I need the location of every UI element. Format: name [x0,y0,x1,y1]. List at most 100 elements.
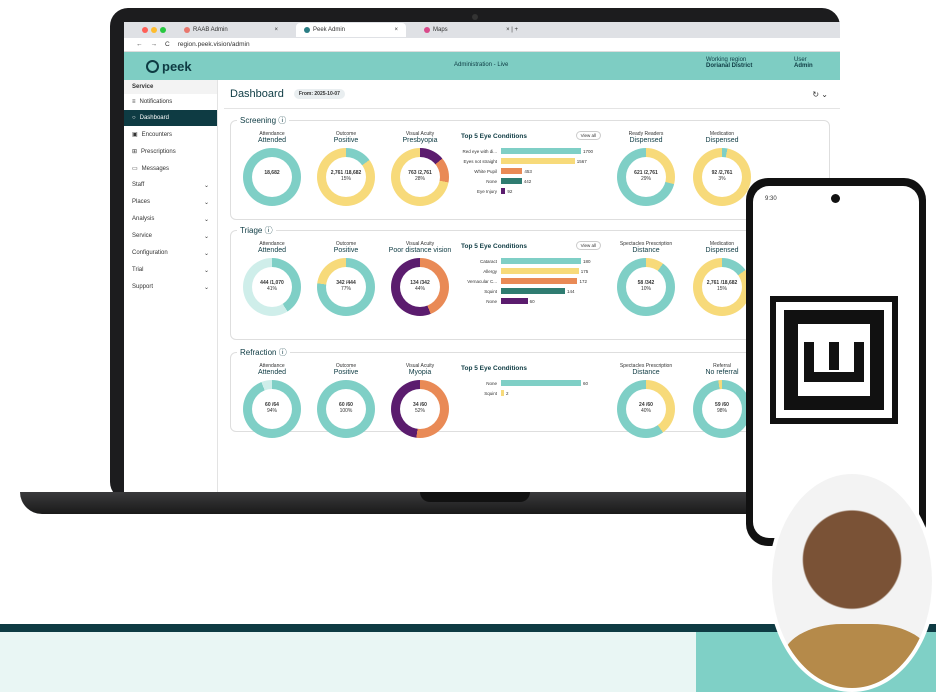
card-title: Positive [333,369,359,376]
maps-icon [424,27,430,33]
card-percent: 15% [716,286,727,292]
metric-card[interactable]: Attendance Attended 18,682 [237,131,307,206]
metric-card[interactable]: Spectacles Prescription Distance 24 /60 4… [611,363,681,438]
peek-logo[interactable]: peek [146,59,192,74]
sidebar-item-label: Messages [141,165,170,172]
section-refraction: Refraction ⓘ Attendance Attended 60 /64 94… [230,347,830,438]
metric-card[interactable]: Attendance Attended 444 /1,070 41% [237,241,307,316]
donut-chart: 24 /60 40% [617,380,675,438]
card-percent: 44% [414,286,425,292]
laptop-notch [420,492,530,502]
card-percent: 29% [640,176,651,182]
date-filter-pill[interactable]: From: 2025-10-07 [293,89,345,99]
sidebar-group-label: Staff [132,182,145,188]
sidebar-item-prescriptions[interactable]: ⊞ Prescriptions [124,143,217,160]
sidebar-group[interactable]: Places ⌄ [124,194,217,211]
info-icon[interactable]: ⓘ [279,348,287,357]
card-percent: 94% [266,408,277,414]
bar-value: 1567 [576,158,587,164]
bar [501,380,581,386]
browser-tab-maps[interactable]: Maps × | + [416,23,526,37]
sidebar-group[interactable]: Analysis ⌄ [124,211,217,228]
bar-label: Vernacular C... [467,278,497,284]
app-logo-glyph-bar [829,342,839,370]
metric-card[interactable]: Spectacles Prescription Distance 58 /342… [611,241,681,316]
refresh-icon[interactable]: ↻ ⌄ [812,90,828,99]
person-jacket [782,624,932,688]
donut-chart: 134 /342 44% [391,258,449,316]
close-icon[interactable]: × [274,27,278,33]
section-title: Screening ⓘ [237,115,290,126]
bar-label: None [486,298,497,304]
metric-card[interactable]: Visual Acuity Presbyopia 763 /2,761 28% [385,131,455,206]
metric-card[interactable]: Visual Acuity Poor distance vision 134 /… [385,241,455,316]
donut-chart: 34 /60 52% [391,380,449,438]
bar [501,268,579,274]
forward-icon[interactable]: → [151,41,158,48]
bar-label: None [486,178,497,184]
bar-row: Vernacular C... 172 [461,276,601,286]
bar-row: Red eye with di... 1700 [461,146,601,156]
bar-label: None [486,380,497,386]
back-icon[interactable]: ← [136,41,143,48]
card-title: Distance [632,247,660,254]
sidebar-group[interactable]: Service ⌄ [124,228,217,245]
calendar-icon: ▣ [132,132,138,138]
card-percent: 77% [340,286,351,292]
section-title-text: Refraction [240,348,277,357]
sidebar-group[interactable]: Support ⌄ [124,279,217,296]
sidebar-item-dashboard[interactable]: ○ Dashboard [124,110,217,126]
sidebar-group[interactable]: Staff ⌄ [124,177,217,194]
sidebar-item-notifications[interactable]: ≡ Notifications [124,94,217,110]
metric-card[interactable]: Outcome Positive 342 /444 77% [311,241,381,316]
bar [501,258,581,264]
working-region[interactable]: Working region Dorianal District [706,57,752,69]
close-icon[interactable]: × [394,27,398,33]
bar-row: None 60 [461,296,601,306]
view-all-button[interactable]: View all [575,131,601,140]
sidebar-group-label: Support [132,284,154,290]
bar-row: None 60 [461,378,601,388]
metric-card[interactable]: Attendance Attended 60 /64 94% [237,363,307,438]
section-title-text: Screening [240,116,277,125]
metric-card[interactable]: Ready Readers Dispensed 621 /2,761 29% [611,131,681,206]
close-dot[interactable] [142,27,148,33]
card-percent: 41% [266,286,277,292]
browser-tab-raab[interactable]: RAAB Admin × [176,23,286,37]
sidebar-group[interactable]: Trial ⌄ [124,262,217,279]
metric-card[interactable]: Visual Acuity Myopia 34 /60 52% [385,363,455,438]
card-title: Distance [632,369,660,376]
close-icon[interactable]: × | + [506,27,518,33]
chart-title: Top 5 Eye Conditions [461,365,527,372]
donut-chart: 444 /1,070 41% [243,258,301,316]
metric-card[interactable]: Outcome Positive 2,761 /18,682 15% [311,131,381,206]
sidebar: Service ≡ Notifications ○ Dashboard ▣ Encou… [124,80,218,492]
working-region-value: Dorianal District [706,63,753,69]
sidebar-item-label: Prescriptions [141,148,176,155]
metric-card[interactable]: Outcome Positive 60 /60 100% [311,363,381,438]
maximize-dot[interactable] [160,27,166,33]
chevron-down-icon: ⌄ [203,251,209,257]
reload-icon[interactable]: C [165,41,170,48]
info-icon[interactable]: ⓘ [265,226,273,235]
bar-row: Cataract 180 [461,256,601,266]
info-icon[interactable]: ⓘ [278,116,286,125]
sidebar-item-encounters[interactable]: ▣ Encounters [124,126,217,143]
card-title: Positive [333,137,359,144]
minimize-dot[interactable] [151,27,157,33]
bar-value: 175 [580,268,589,274]
card-percent: 28% [414,176,425,182]
view-all-button[interactable]: View all [575,241,601,250]
bar [501,148,581,154]
user-menu[interactable]: User Admin [794,57,813,69]
logo-text: peek [162,58,192,74]
bar [501,178,522,184]
bar-label: Cataract [479,258,497,264]
sidebar-item-messages[interactable]: ▭ Messages [124,160,217,177]
sidebar-group[interactable]: Configuration ⌄ [124,245,217,262]
bar-value: 144 [567,288,575,294]
section-screening: Screening ⓘ Attendance Attended 18,682 Out… [230,115,830,220]
url-text[interactable]: region.peek.vision/admin [178,41,250,48]
browser-tab-peek[interactable]: Peek Admin × [296,23,406,37]
sidebar-group-label: Places [132,199,151,205]
